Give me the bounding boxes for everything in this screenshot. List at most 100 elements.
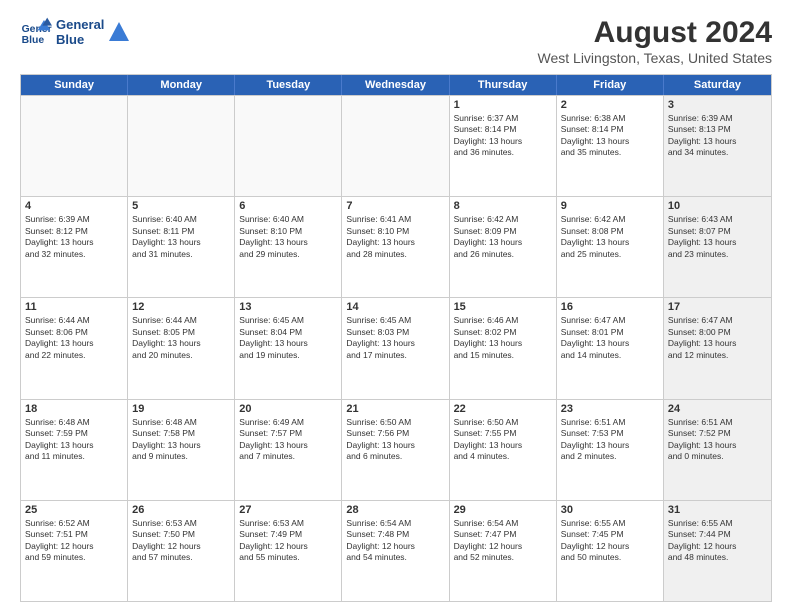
day-info: Sunrise: 6:48 AM Sunset: 7:59 PM Dayligh…	[25, 417, 123, 463]
day-info: Sunrise: 6:45 AM Sunset: 8:03 PM Dayligh…	[346, 315, 444, 361]
header-day-sunday: Sunday	[21, 75, 128, 95]
page: General Blue General Blue August 2024 We…	[0, 0, 792, 612]
day-number: 22	[454, 403, 552, 415]
header-day-saturday: Saturday	[664, 75, 771, 95]
calendar-cell-empty-0	[21, 96, 128, 196]
day-number: 8	[454, 200, 552, 212]
day-info: Sunrise: 6:54 AM Sunset: 7:47 PM Dayligh…	[454, 518, 552, 564]
calendar-cell-17: 17 Sunrise: 6:47 AM Sunset: 8:00 PM Dayli…	[664, 298, 771, 398]
day-info: Sunrise: 6:37 AM Sunset: 8:14 PM Dayligh…	[454, 113, 552, 159]
day-number: 23	[561, 403, 659, 415]
day-number: 16	[561, 301, 659, 313]
calendar-cell-4: 4 Sunrise: 6:39 AM Sunset: 8:12 PM Daylig…	[21, 197, 128, 297]
calendar-row-0: 1Sunrise: 6:37 AM Sunset: 8:14 PM Daylig…	[21, 95, 771, 196]
calendar-cell-24: 24 Sunrise: 6:51 AM Sunset: 7:52 PM Dayli…	[664, 400, 771, 500]
calendar-cell-31: 31Sunrise: 6:55 AM Sunset: 7:44 PM Dayli…	[664, 501, 771, 601]
day-number: 20	[239, 403, 337, 415]
calendar-row-2: 11Sunrise: 6:44 AM Sunset: 8:06 PM Dayli…	[21, 297, 771, 398]
day-info: Sunrise: 6:51 AM Sunset: 7:53 PM Dayligh…	[561, 417, 659, 463]
subtitle: West Livingston, Texas, United States	[538, 50, 773, 66]
day-number: 3	[668, 99, 767, 111]
title-block: August 2024 West Livingston, Texas, Unit…	[538, 16, 773, 66]
header-day-wednesday: Wednesday	[342, 75, 449, 95]
day-info: Sunrise: 6:38 AM Sunset: 8:14 PM Dayligh…	[561, 113, 659, 159]
day-number: 24	[668, 403, 767, 415]
calendar-cell-empty-2	[235, 96, 342, 196]
day-info: Sunrise: 6:53 AM Sunset: 7:50 PM Dayligh…	[132, 518, 230, 564]
calendar-cell-2: 2Sunrise: 6:38 AM Sunset: 8:14 PM Daylig…	[557, 96, 664, 196]
calendar-cell-21: 21 Sunrise: 6:50 AM Sunset: 7:56 PM Dayli…	[342, 400, 449, 500]
header-day-monday: Monday	[128, 75, 235, 95]
day-number: 5	[132, 200, 230, 212]
logo: General Blue General Blue	[20, 16, 130, 48]
day-number: 4	[25, 200, 123, 212]
calendar-cell-16: 16 Sunrise: 6:47 AM Sunset: 8:01 PM Dayli…	[557, 298, 664, 398]
calendar-body: 1Sunrise: 6:37 AM Sunset: 8:14 PM Daylig…	[21, 95, 771, 601]
calendar-cell-28: 28 Sunrise: 6:54 AM Sunset: 7:48 PM Dayli…	[342, 501, 449, 601]
day-info: Sunrise: 6:48 AM Sunset: 7:58 PM Dayligh…	[132, 417, 230, 463]
calendar-cell-empty-3	[342, 96, 449, 196]
day-number: 15	[454, 301, 552, 313]
day-info: Sunrise: 6:40 AM Sunset: 8:11 PM Dayligh…	[132, 214, 230, 260]
day-number: 28	[346, 504, 444, 516]
day-info: Sunrise: 6:47 AM Sunset: 8:00 PM Dayligh…	[668, 315, 767, 361]
calendar-row-3: 18Sunrise: 6:48 AM Sunset: 7:59 PM Dayli…	[21, 399, 771, 500]
calendar-cell-20: 20 Sunrise: 6:49 AM Sunset: 7:57 PM Dayli…	[235, 400, 342, 500]
day-number: 10	[668, 200, 767, 212]
day-info: Sunrise: 6:39 AM Sunset: 8:13 PM Dayligh…	[668, 113, 767, 159]
day-info: Sunrise: 6:46 AM Sunset: 8:02 PM Dayligh…	[454, 315, 552, 361]
day-info: Sunrise: 6:54 AM Sunset: 7:48 PM Dayligh…	[346, 518, 444, 564]
calendar-cell-26: 26 Sunrise: 6:53 AM Sunset: 7:50 PM Dayli…	[128, 501, 235, 601]
day-number: 21	[346, 403, 444, 415]
day-info: Sunrise: 6:44 AM Sunset: 8:05 PM Dayligh…	[132, 315, 230, 361]
calendar-cell-13: 13 Sunrise: 6:45 AM Sunset: 8:04 PM Dayli…	[235, 298, 342, 398]
calendar-row-1: 4 Sunrise: 6:39 AM Sunset: 8:12 PM Daylig…	[21, 196, 771, 297]
calendar-cell-27: 27Sunrise: 6:53 AM Sunset: 7:49 PM Dayli…	[235, 501, 342, 601]
calendar-cell-7: 7 Sunrise: 6:41 AM Sunset: 8:10 PM Daylig…	[342, 197, 449, 297]
calendar-cell-5: 5 Sunrise: 6:40 AM Sunset: 8:11 PM Daylig…	[128, 197, 235, 297]
day-info: Sunrise: 6:45 AM Sunset: 8:04 PM Dayligh…	[239, 315, 337, 361]
calendar-cell-19: 19 Sunrise: 6:48 AM Sunset: 7:58 PM Dayli…	[128, 400, 235, 500]
day-info: Sunrise: 6:39 AM Sunset: 8:12 PM Dayligh…	[25, 214, 123, 260]
header-day-friday: Friday	[557, 75, 664, 95]
calendar-cell-29: 29 Sunrise: 6:54 AM Sunset: 7:47 PM Dayli…	[450, 501, 557, 601]
day-info: Sunrise: 6:51 AM Sunset: 7:52 PM Dayligh…	[668, 417, 767, 463]
day-info: Sunrise: 6:42 AM Sunset: 8:08 PM Dayligh…	[561, 214, 659, 260]
logo-icon: General Blue	[20, 16, 52, 48]
day-number: 9	[561, 200, 659, 212]
calendar-header: SundayMondayTuesdayWednesdayThursdayFrid…	[21, 75, 771, 95]
calendar-cell-18: 18Sunrise: 6:48 AM Sunset: 7:59 PM Dayli…	[21, 400, 128, 500]
main-title: August 2024	[538, 16, 773, 50]
calendar-cell-8: 8 Sunrise: 6:42 AM Sunset: 8:09 PM Daylig…	[450, 197, 557, 297]
day-number: 26	[132, 504, 230, 516]
day-info: Sunrise: 6:42 AM Sunset: 8:09 PM Dayligh…	[454, 214, 552, 260]
day-info: Sunrise: 6:49 AM Sunset: 7:57 PM Dayligh…	[239, 417, 337, 463]
day-info: Sunrise: 6:52 AM Sunset: 7:51 PM Dayligh…	[25, 518, 123, 564]
day-number: 25	[25, 504, 123, 516]
header: General Blue General Blue August 2024 We…	[20, 16, 772, 66]
calendar-cell-empty-1	[128, 96, 235, 196]
calendar-cell-14: 14 Sunrise: 6:45 AM Sunset: 8:03 PM Dayli…	[342, 298, 449, 398]
logo-general: General	[56, 17, 104, 32]
day-info: Sunrise: 6:50 AM Sunset: 7:55 PM Dayligh…	[454, 417, 552, 463]
day-number: 14	[346, 301, 444, 313]
day-info: Sunrise: 6:53 AM Sunset: 7:49 PM Dayligh…	[239, 518, 337, 564]
day-number: 7	[346, 200, 444, 212]
calendar-cell-22: 22 Sunrise: 6:50 AM Sunset: 7:55 PM Dayli…	[450, 400, 557, 500]
calendar: SundayMondayTuesdayWednesdayThursdayFrid…	[20, 74, 772, 602]
calendar-cell-23: 23 Sunrise: 6:51 AM Sunset: 7:53 PM Dayli…	[557, 400, 664, 500]
calendar-cell-10: 10Sunrise: 6:43 AM Sunset: 8:07 PM Dayli…	[664, 197, 771, 297]
day-info: Sunrise: 6:41 AM Sunset: 8:10 PM Dayligh…	[346, 214, 444, 260]
day-number: 19	[132, 403, 230, 415]
day-number: 13	[239, 301, 337, 313]
svg-text:Blue: Blue	[22, 35, 45, 46]
day-number: 30	[561, 504, 659, 516]
day-number: 29	[454, 504, 552, 516]
logo-blue: Blue	[56, 32, 104, 47]
day-number: 17	[668, 301, 767, 313]
day-info: Sunrise: 6:50 AM Sunset: 7:56 PM Dayligh…	[346, 417, 444, 463]
calendar-cell-1: 1Sunrise: 6:37 AM Sunset: 8:14 PM Daylig…	[450, 96, 557, 196]
calendar-cell-12: 12Sunrise: 6:44 AM Sunset: 8:05 PM Dayli…	[128, 298, 235, 398]
day-info: Sunrise: 6:47 AM Sunset: 8:01 PM Dayligh…	[561, 315, 659, 361]
header-day-thursday: Thursday	[450, 75, 557, 95]
